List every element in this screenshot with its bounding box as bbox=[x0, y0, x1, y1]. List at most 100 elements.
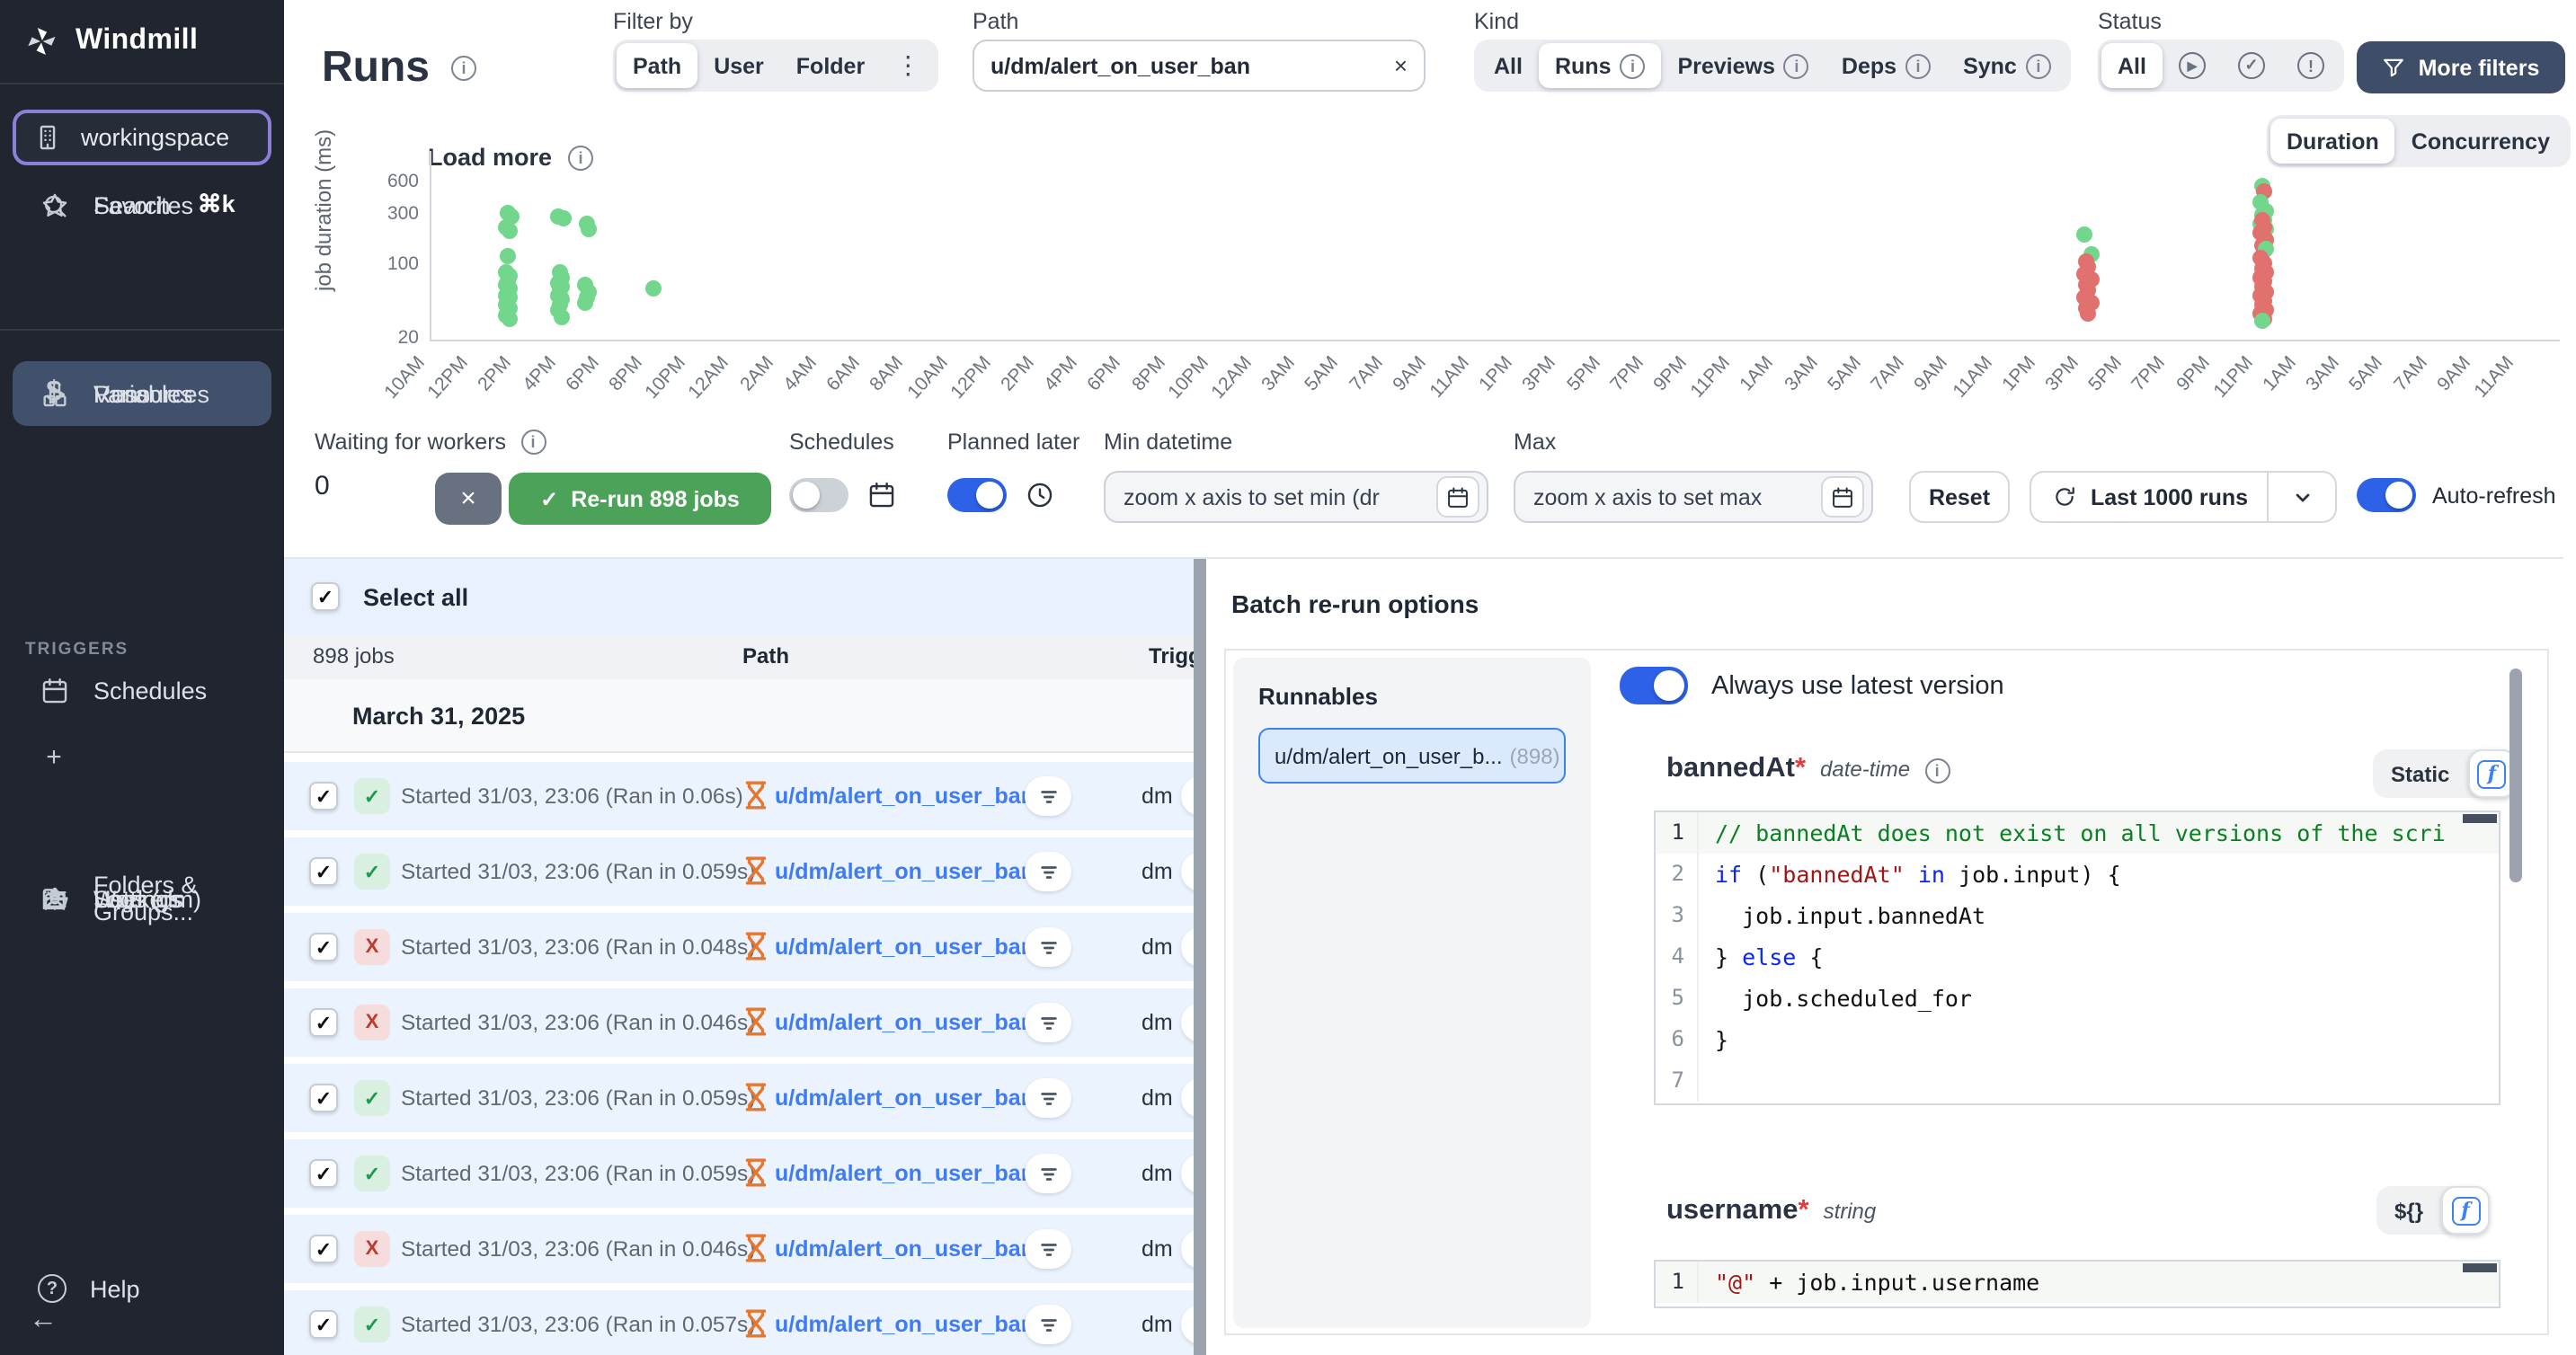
job-row[interactable]: ✓ Started 31/03, 23:06 (Ran in 0.048s) u… bbox=[284, 913, 1194, 981]
kind-option[interactable]: Deps i bbox=[1825, 43, 1947, 88]
job-row[interactable]: ✓ Started 31/03, 23:06 (Ran in 0.06s) u/… bbox=[284, 762, 1194, 830]
job-checkbox[interactable]: ✓ bbox=[309, 1084, 338, 1112]
kind-option[interactable]: All i bbox=[1478, 43, 1539, 88]
filter-by-path-icon[interactable] bbox=[1025, 927, 1071, 967]
code-editor-bannedAt[interactable]: 1// bannedAt does not exist on all versi… bbox=[1654, 810, 2500, 1105]
schedules-toggle[interactable] bbox=[789, 478, 848, 512]
kind-option[interactable]: Previews i bbox=[1661, 43, 1825, 88]
code-line[interactable]: 3 job.input.bannedAt bbox=[1656, 895, 2499, 936]
cancel-selection-button[interactable]: × bbox=[435, 473, 502, 525]
filter-by-option[interactable]: Folder bbox=[780, 43, 881, 88]
chevron-down-icon[interactable] bbox=[2267, 473, 2335, 521]
more-filters-button[interactable]: More filters bbox=[2357, 41, 2565, 93]
path-filter-input[interactable]: u/dm/alert_on_user_ban × bbox=[973, 40, 1426, 92]
success-job-dot[interactable] bbox=[502, 223, 518, 239]
runnable-item[interactable]: u/dm/alert_on_user_b... (898) bbox=[1258, 728, 1566, 784]
filter-by-path-icon[interactable] bbox=[1025, 1305, 1071, 1344]
chart-view-tab[interactable]: Duration bbox=[2270, 119, 2395, 164]
code-line[interactable]: 2if ("bannedAt" in job.input) { bbox=[1656, 854, 2499, 895]
info-icon[interactable]: i bbox=[1924, 758, 1950, 784]
success-job-dot[interactable] bbox=[581, 220, 597, 236]
filter-by-option[interactable]: Path bbox=[617, 43, 697, 88]
success-job-dot[interactable] bbox=[555, 211, 572, 227]
rerun-jobs-button[interactable]: ✓ Re-run 898 jobs bbox=[509, 473, 771, 525]
calendar-picker-button[interactable] bbox=[1436, 476, 1479, 518]
job-checkbox[interactable]: ✓ bbox=[309, 933, 338, 961]
status-failure-icon[interactable]: ! bbox=[2281, 43, 2341, 88]
job-checkbox[interactable]: ✓ bbox=[309, 1310, 338, 1339]
job-row[interactable]: ✓ Started 31/03, 23:06 (Ran in 0.059s) u… bbox=[284, 837, 1194, 906]
sidebar-item-schedules[interactable]: Schedules bbox=[0, 663, 284, 717]
code-editor-username[interactable]: 1"@" + job.input.username bbox=[1654, 1260, 2500, 1308]
sidebar-item[interactable]: Search ⌘k bbox=[0, 178, 284, 232]
job-path-link[interactable]: u/dm/alert_on_user_ban bbox=[775, 1160, 1035, 1185]
select-all-checkbox[interactable]: ✓ bbox=[311, 582, 340, 611]
status-option-all[interactable]: All bbox=[2101, 43, 2163, 88]
job-row[interactable]: ✓ Started 31/03, 23:06 (Ran in 0.059s) u… bbox=[284, 1064, 1194, 1132]
sidebar-nav-item[interactable]: Resources bbox=[0, 361, 284, 426]
auto-refresh-toggle[interactable] bbox=[2357, 478, 2416, 512]
success-job-dot[interactable] bbox=[502, 310, 518, 326]
job-path-link[interactable]: u/dm/alert_on_user_ban bbox=[775, 1235, 1035, 1261]
success-job-dot[interactable] bbox=[2076, 226, 2092, 243]
x-axis-line[interactable] bbox=[430, 340, 2560, 341]
latest-version-toggle[interactable] bbox=[1620, 667, 1688, 704]
add-trigger-button[interactable]: + bbox=[0, 730, 284, 784]
code-line[interactable]: 6} bbox=[1656, 1019, 2499, 1060]
code-line[interactable]: 5 job.scheduled_for bbox=[1656, 978, 2499, 1019]
job-path-link[interactable]: u/dm/alert_on_user_ban bbox=[775, 783, 1035, 808]
chart-view-tab[interactable]: Concurrency bbox=[2395, 119, 2566, 164]
clear-path-icon[interactable]: × bbox=[1394, 52, 1408, 79]
panel-scrollbar-thumb[interactable] bbox=[2509, 669, 2522, 882]
runs-window-select[interactable]: Last 1000 runs bbox=[2030, 471, 2337, 523]
calendar-picker-button[interactable] bbox=[1821, 476, 1864, 518]
success-job-dot[interactable] bbox=[2254, 312, 2270, 328]
job-checkbox[interactable]: ✓ bbox=[309, 1159, 338, 1188]
job-path-link[interactable]: u/dm/alert_on_user_ban bbox=[775, 1009, 1035, 1034]
app-logo[interactable]: Windmill bbox=[0, 11, 284, 72]
filter-by-path-icon[interactable] bbox=[1025, 1229, 1071, 1269]
job-checkbox[interactable]: ✓ bbox=[309, 782, 338, 810]
reset-button[interactable]: Reset bbox=[1909, 471, 2010, 523]
filter-by-option[interactable]: User bbox=[697, 43, 780, 88]
static-mode-button[interactable]: Static bbox=[2373, 761, 2467, 786]
filter-by-path-icon[interactable] bbox=[1025, 1154, 1071, 1193]
status-success-icon[interactable]: ✓ bbox=[2222, 43, 2281, 88]
workspace-selector[interactable]: workingspace bbox=[13, 110, 271, 165]
sidebar-item[interactable]: Logs bbox=[0, 866, 284, 931]
horizontal-scrollbar[interactable] bbox=[2463, 814, 2497, 823]
min-datetime-input[interactable]: zoom x axis to set min (dr bbox=[1104, 471, 1488, 523]
filter-by-path-icon[interactable] bbox=[1025, 1003, 1071, 1042]
code-line[interactable]: 1// bannedAt does not exist on all versi… bbox=[1656, 812, 2499, 854]
job-checkbox[interactable]: ✓ bbox=[309, 1008, 338, 1037]
info-icon[interactable]: i bbox=[451, 56, 476, 81]
filter-by-path-icon[interactable] bbox=[1025, 776, 1071, 816]
job-path-link[interactable]: u/dm/alert_on_user_ban bbox=[775, 858, 1035, 883]
max-datetime-input[interactable]: zoom x axis to set max bbox=[1514, 471, 1873, 523]
template-mode-button[interactable]: ${} bbox=[2376, 1198, 2441, 1223]
job-row[interactable]: ✓ Started 31/03, 23:06 (Ran in 0.046s) u… bbox=[284, 1215, 1194, 1283]
job-path-link[interactable]: u/dm/alert_on_user_ban bbox=[775, 1085, 1035, 1110]
success-job-dot[interactable] bbox=[645, 280, 662, 297]
job-path-link[interactable]: u/dm/alert_on_user_ban bbox=[775, 1311, 1035, 1336]
load-more-button[interactable]: Load more i bbox=[428, 144, 593, 171]
horizontal-scrollbar[interactable] bbox=[2463, 1263, 2497, 1272]
job-checkbox[interactable]: ✓ bbox=[309, 1235, 338, 1263]
javascript-editor-icon[interactable]: f bbox=[2441, 1186, 2490, 1235]
kebab-menu-icon[interactable]: ⋮ bbox=[881, 50, 935, 81]
filter-by-path-icon[interactable] bbox=[1025, 1078, 1071, 1118]
success-job-dot[interactable] bbox=[554, 309, 570, 325]
job-row[interactable]: ✓ Started 31/03, 23:06 (Ran in 0.059s) u… bbox=[284, 1139, 1194, 1208]
job-row[interactable]: ✓ Started 31/03, 23:06 (Ran in 0.046s) u… bbox=[284, 988, 1194, 1057]
job-path-link[interactable]: u/dm/alert_on_user_ban bbox=[775, 934, 1035, 959]
collapse-sidebar-icon[interactable]: ← bbox=[29, 1305, 58, 1337]
code-line[interactable]: 1"@" + job.input.username bbox=[1656, 1262, 2499, 1303]
success-job-dot[interactable] bbox=[577, 295, 593, 311]
code-line[interactable]: 4} else { bbox=[1656, 936, 2499, 978]
code-line[interactable]: 7 bbox=[1656, 1060, 2499, 1102]
filter-by-path-icon[interactable] bbox=[1025, 852, 1071, 891]
job-row[interactable]: ✓ Started 31/03, 23:06 (Ran in 0.057s) u… bbox=[284, 1290, 1194, 1355]
kind-option[interactable]: Sync i bbox=[1947, 43, 2067, 88]
success-job-dot[interactable] bbox=[500, 248, 516, 264]
kind-option[interactable]: Runs i bbox=[1539, 43, 1662, 88]
